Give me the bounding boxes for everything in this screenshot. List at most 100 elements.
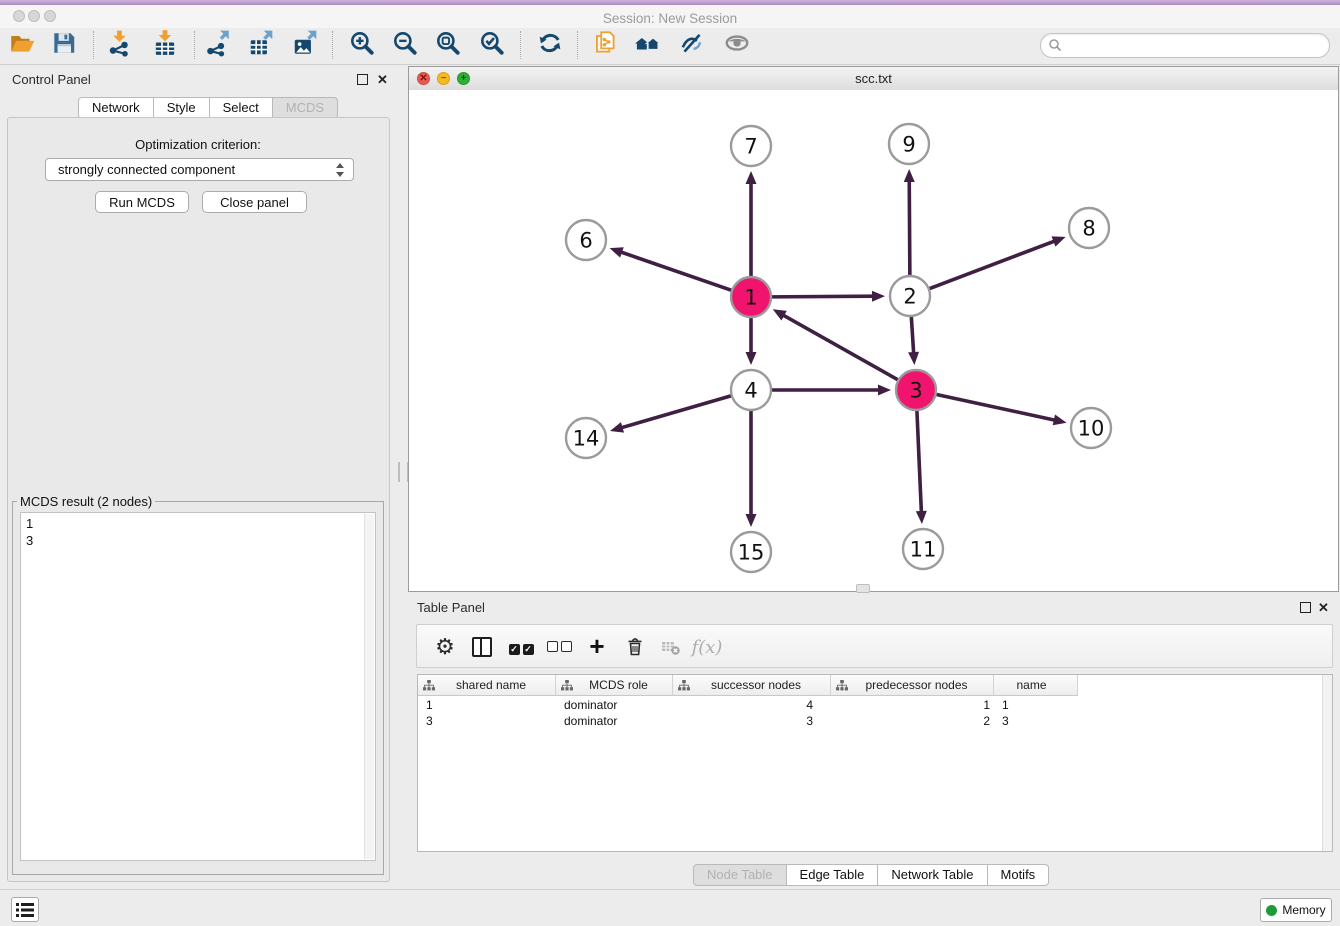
column-header-predecessor-nodes[interactable]: predecessor nodes (831, 675, 994, 696)
zoom-selected-button[interactable] (475, 25, 509, 61)
svg-text:3: 3 (909, 379, 922, 403)
graph-node-1[interactable]: 1 (731, 277, 771, 317)
graph-edge-2-8[interactable] (930, 236, 1066, 288)
column-header-mcds-role[interactable]: MCDS role (556, 675, 673, 696)
table-toolbar: ⚙ ✓✓ + f(x) (416, 624, 1333, 668)
column-header-successor-nodes[interactable]: successor nodes (673, 675, 831, 696)
search-field (1040, 33, 1330, 58)
import-table-button[interactable] (148, 25, 182, 61)
zoom-fit-icon (434, 29, 462, 57)
graph-edge-1-4[interactable] (746, 318, 757, 365)
attribute-type-icon (561, 680, 573, 691)
graph-edge-1-2[interactable] (772, 291, 885, 302)
tab-motifs[interactable]: Motifs (988, 864, 1050, 886)
delete-table-button[interactable] (653, 629, 689, 665)
search-input[interactable] (1067, 35, 1321, 56)
close-panel-button[interactable]: Close panel (202, 191, 307, 213)
tab-node-table[interactable]: Node Table (693, 864, 787, 886)
mcds-result-textarea[interactable]: 13 (20, 512, 376, 861)
graph-edge-3-10[interactable] (937, 394, 1067, 425)
zoom-fit-button[interactable] (431, 25, 465, 61)
export-table-button[interactable] (244, 25, 278, 61)
control-panel-close-button[interactable]: ✕ (377, 74, 388, 85)
tab-style[interactable]: Style (154, 97, 210, 119)
control-panel-float-button[interactable] (357, 74, 368, 85)
memory-label: Memory (1282, 903, 1325, 917)
import-network-button[interactable] (103, 25, 137, 61)
save-floppy-icon (50, 29, 78, 57)
graph-node-8[interactable]: 8 (1069, 208, 1109, 248)
tab-mcds[interactable]: MCDS (273, 97, 338, 119)
refresh-layout-button[interactable] (533, 25, 567, 61)
graph-node-11[interactable]: 11 (903, 529, 943, 569)
svg-text:7: 7 (744, 135, 757, 159)
cell-successor-nodes: 4 (673, 697, 831, 713)
graph-edge-4-3[interactable] (772, 385, 891, 396)
table-scrollbar[interactable] (1322, 675, 1332, 851)
create-column-button[interactable]: + (579, 629, 615, 665)
criterion-select[interactable]: strongly connected component (45, 158, 354, 181)
network-window-titlebar: ✕ − + scc.txt (409, 67, 1338, 91)
graph-node-4[interactable]: 4 (731, 370, 771, 410)
function-builder-button[interactable]: f(x) (689, 629, 725, 665)
table-options-button[interactable]: ⚙ (427, 629, 463, 665)
show-hidden-button[interactable] (720, 25, 754, 61)
svg-text:1: 1 (744, 286, 757, 310)
graph-edge-2-3[interactable] (908, 317, 919, 365)
graph-node-10[interactable]: 10 (1071, 408, 1111, 448)
graph-edge-3-11[interactable] (916, 411, 927, 524)
cell-predecessor-nodes: 2 (831, 713, 994, 729)
show-column-button[interactable] (464, 629, 500, 665)
graph-edge-2-9[interactable] (904, 169, 915, 275)
zoom-out-button[interactable] (388, 25, 422, 61)
application-window: Session: New Session (0, 0, 1340, 926)
graph-node-15[interactable]: 15 (731, 532, 771, 572)
tab-select[interactable]: Select (210, 97, 273, 119)
open-file-button[interactable] (5, 25, 39, 61)
zoom-in-button[interactable] (345, 25, 379, 61)
graph-edge-3-1[interactable] (773, 309, 898, 379)
memory-button[interactable]: Memory (1260, 898, 1332, 922)
graph-node-6[interactable]: 6 (566, 220, 606, 260)
hide-selected-button[interactable] (675, 25, 709, 61)
gear-icon: ⚙ (435, 636, 455, 658)
table-row[interactable]: 3dominator323 (418, 713, 1078, 729)
select-all-columns-button[interactable]: ✓✓ (503, 629, 539, 665)
network-resize-handle[interactable] (856, 584, 870, 593)
run-mcds-button[interactable]: Run MCDS (95, 191, 189, 213)
svg-text:11: 11 (910, 538, 937, 562)
mcds-result-scrollbar[interactable] (364, 514, 374, 859)
save-session-button[interactable] (47, 25, 81, 61)
export-image-icon (291, 29, 319, 57)
graph-node-3[interactable]: 3 (896, 370, 936, 410)
graph-node-9[interactable]: 9 (889, 124, 929, 164)
tab-network-table[interactable]: Network Table (878, 864, 987, 886)
graph-node-14[interactable]: 14 (566, 418, 606, 458)
graph-edge-4-14[interactable] (610, 396, 731, 433)
tab-edge-table[interactable]: Edge Table (787, 864, 879, 886)
column-header-shared-name[interactable]: shared name (418, 675, 556, 696)
table-panel-float-button[interactable] (1300, 602, 1311, 613)
graph-node-7[interactable]: 7 (731, 126, 771, 166)
table-panel-close-button[interactable]: ✕ (1318, 602, 1329, 613)
select-stepper-icon (335, 161, 347, 179)
tab-network[interactable]: Network (78, 97, 154, 119)
table-row[interactable]: 1dominator411 (418, 697, 1078, 713)
attribute-type-icon (678, 680, 690, 691)
cell-successor-nodes: 3 (673, 713, 831, 729)
graph-node-2[interactable]: 2 (890, 276, 930, 316)
table-panel-title: Table Panel (417, 600, 485, 615)
graph-edge-1-7[interactable] (746, 171, 757, 276)
export-network-button[interactable] (201, 25, 235, 61)
first-neighbors-button[interactable] (631, 25, 665, 61)
export-image-button[interactable] (288, 25, 322, 61)
node-table: shared nameMCDS rolesuccessor nodesprede… (417, 674, 1333, 852)
column-header-name[interactable]: name (994, 675, 1078, 696)
network-canvas[interactable]: 7 9 6 8 1 2 4 3 14 10 15 11 (409, 90, 1338, 591)
network-from-selection-button[interactable] (588, 25, 622, 61)
delete-columns-button[interactable] (617, 629, 653, 665)
task-history-button[interactable] (11, 897, 39, 922)
graph-edge-1-6[interactable] (610, 247, 732, 290)
graph-edge-4-15[interactable] (746, 411, 757, 527)
unselect-all-columns-button[interactable] (541, 629, 577, 665)
